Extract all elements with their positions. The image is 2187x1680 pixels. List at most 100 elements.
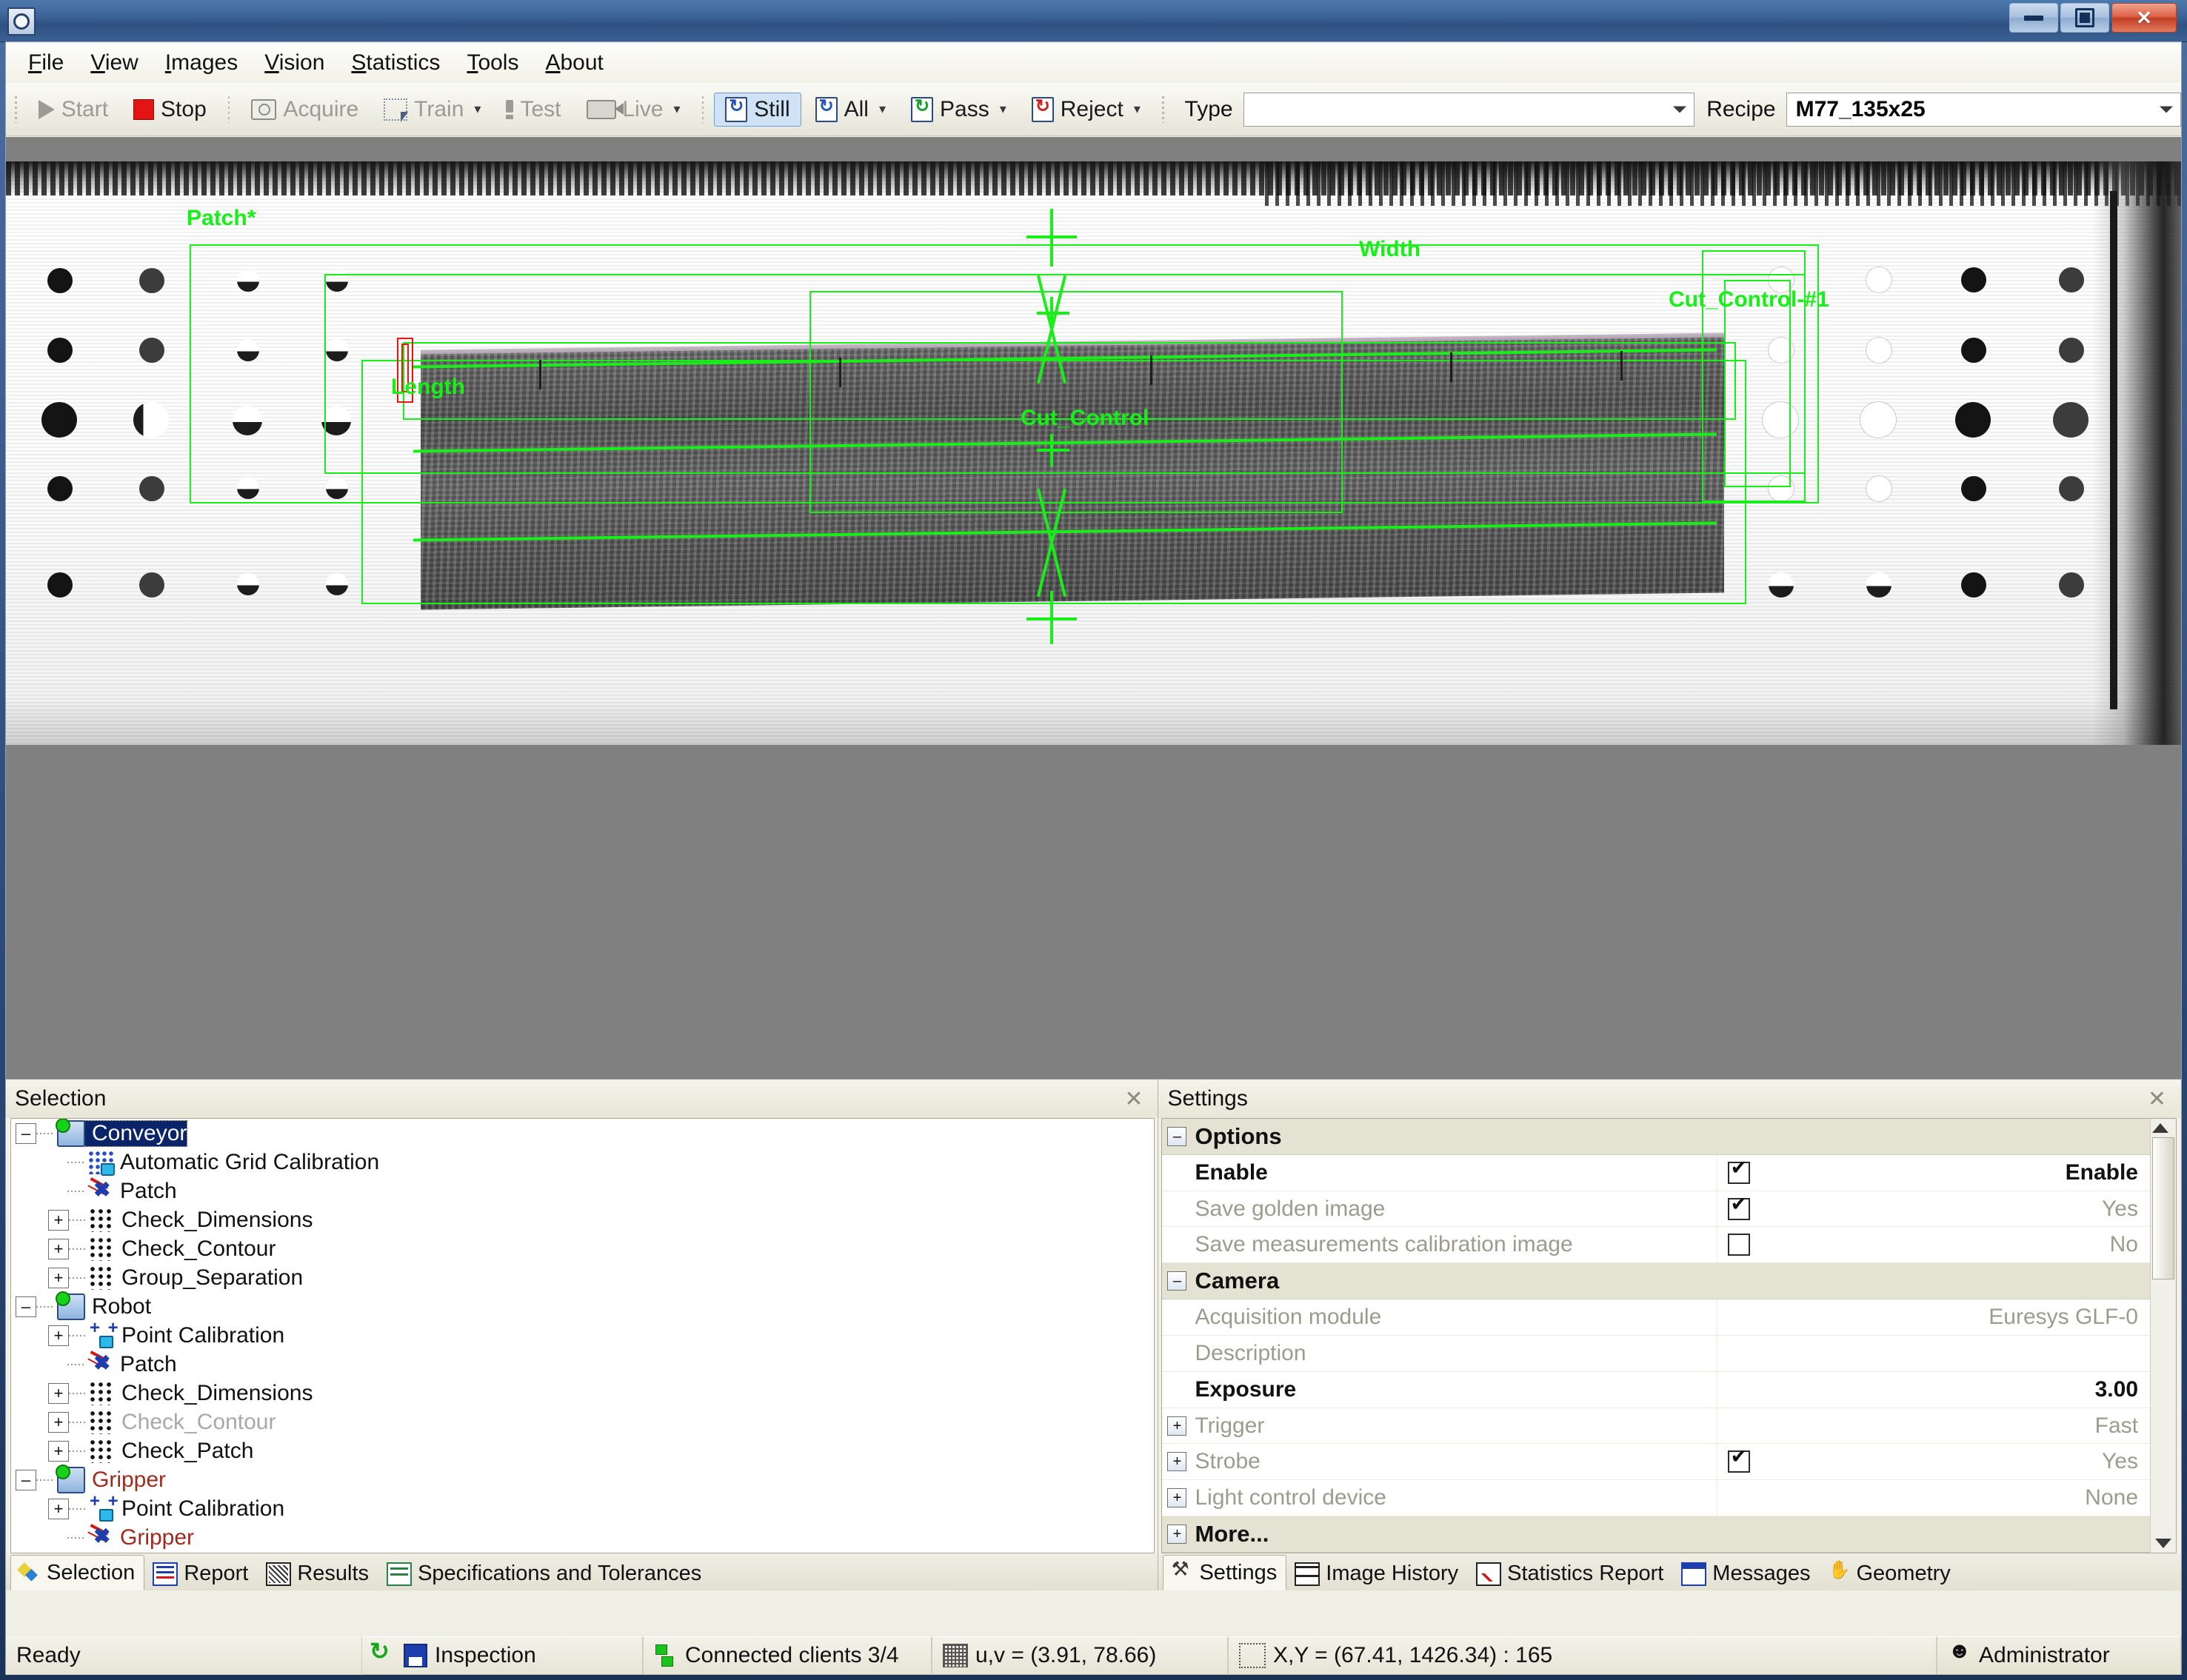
type-dropdown[interactable] — [1243, 92, 1695, 127]
tab-image-history[interactable]: Image History — [1286, 1556, 1468, 1590]
pass-button[interactable]: Pass ▾ — [900, 93, 1018, 127]
settings-row-expander[interactable]: – — [1162, 1119, 1192, 1154]
checkbox[interactable] — [1728, 1193, 1751, 1220]
start-button[interactable]: Start — [27, 93, 119, 127]
all-button[interactable]: All ▾ — [804, 93, 897, 127]
collapse-icon[interactable]: – — [16, 1296, 36, 1317]
settings-row-acquisition-module[interactable]: Acquisition module Euresys GLF-0 — [1162, 1299, 2150, 1336]
menu-vision[interactable]: Vision — [251, 47, 338, 78]
chevron-down-icon-type[interactable] — [1673, 106, 1687, 113]
settings-row-description[interactable]: Description — [1162, 1335, 2150, 1372]
selection-tree[interactable]: – ConveyorAutomatic Grid Calibration Patch… — [10, 1118, 1155, 1553]
expand-icon[interactable]: + — [48, 1382, 69, 1404]
image-viewport[interactable]: Patch* Width Cut_Control-#1 Length Cut_C… — [6, 137, 2181, 1080]
settings-row-value[interactable]: None — [1861, 1480, 2150, 1516]
chevron-down-icon-pass[interactable]: ▾ — [1000, 101, 1006, 117]
collapse-icon[interactable]: – — [16, 1469, 36, 1490]
reject-button[interactable]: Reject ▾ — [1021, 93, 1152, 127]
menu-tools[interactable]: Tools — [453, 47, 532, 78]
tab-specifications[interactable]: Specifications and Tolerances — [378, 1556, 711, 1590]
expand-icon[interactable]: + — [48, 1325, 69, 1346]
checkbox[interactable] — [1728, 1157, 1751, 1184]
settings-row-expander[interactable]: + — [1162, 1480, 1192, 1516]
tab-settings[interactable]: Settings — [1163, 1555, 1287, 1590]
settings-row-options[interactable]: – Options — [1162, 1119, 2150, 1155]
scroll-down-icon[interactable] — [2155, 1539, 2171, 1548]
test-button[interactable]: Test — [495, 93, 572, 127]
close-icon-settings[interactable]: ✕ — [2143, 1086, 2171, 1112]
settings-row-value[interactable]: Euresys GLF-0 — [1861, 1299, 2150, 1335]
tree-item-check-contour[interactable]: + Check_Contour — [11, 1234, 1154, 1263]
settings-row-light-control-device[interactable]: + Light control device None — [1162, 1480, 2150, 1517]
chevron-down-icon-live[interactable]: ▾ — [674, 101, 681, 117]
chevron-down-icon-reject[interactable]: ▾ — [1134, 101, 1141, 117]
expand-icon[interactable]: + — [48, 1411, 69, 1433]
settings-row-save-measurements-calibration-image[interactable]: Save measurements calibration image No — [1162, 1227, 2150, 1264]
tree-item-check-contour[interactable]: + Check_Contour — [11, 1408, 1154, 1436]
chevron-down-icon[interactable]: ▾ — [474, 101, 481, 117]
close-button[interactable]: ✕ — [2111, 3, 2177, 33]
acquire-button[interactable]: Acquire — [240, 93, 370, 127]
train-button[interactable]: Train ▾ — [373, 93, 492, 127]
settings-row-expander[interactable]: + — [1162, 1408, 1192, 1444]
expand-icon[interactable]: + — [1167, 1488, 1187, 1508]
tree-item-patch[interactable]: Patch — [11, 1350, 1154, 1379]
settings-row-more[interactable]: + More... — [1162, 1516, 2150, 1553]
recipe-dropdown[interactable]: M77_135x25 — [1786, 92, 2181, 127]
settings-row-expander[interactable]: + — [1162, 1444, 1192, 1479]
toolbar-grip-2[interactable] — [227, 96, 230, 123]
scrollbar-thumb[interactable] — [2152, 1137, 2174, 1279]
tree-item-group-separation[interactable]: + Group_Separation — [11, 1263, 1154, 1292]
tree-item-point-calibration[interactable]: + Point Calibration — [11, 1491, 1154, 1523]
settings-row-checkbox-cell[interactable] — [1717, 1227, 1861, 1263]
menu-about[interactable]: About — [532, 47, 616, 78]
collapse-icon[interactable]: – — [1167, 1271, 1187, 1291]
tab-geometry[interactable]: Geometry — [1820, 1556, 1960, 1590]
close-icon-selection[interactable]: ✕ — [1120, 1086, 1147, 1112]
chevron-down-icon-all[interactable]: ▾ — [879, 101, 886, 117]
settings-row-value[interactable]: Fast — [1861, 1408, 2150, 1444]
settings-row-checkbox-cell[interactable] — [1717, 1191, 1861, 1227]
expand-icon[interactable]: + — [48, 1209, 69, 1231]
toolbar-grip-3[interactable] — [701, 96, 704, 123]
menu-view[interactable]: View — [77, 47, 151, 78]
tree-item-check-dimensions[interactable]: + Check_Dimensions — [11, 1205, 1154, 1234]
checkbox[interactable] — [1728, 1234, 1751, 1256]
tree-item-automatic-grid-calibration[interactable]: Automatic Grid Calibration — [11, 1148, 1154, 1177]
status-inspection[interactable]: Inspection — [361, 1636, 643, 1675]
stop-button[interactable]: Stop — [122, 93, 218, 127]
settings-row-enable[interactable]: Enable Enable — [1162, 1154, 2150, 1191]
settings-row-checkbox-cell[interactable] — [1717, 1444, 1861, 1480]
menu-images[interactable]: Images — [152, 47, 251, 78]
minimize-button[interactable] — [2009, 3, 2058, 33]
settings-row-strobe[interactable]: + Strobe Yes — [1162, 1444, 2150, 1481]
scroll-up-icon[interactable] — [2152, 1123, 2168, 1133]
expand-icon[interactable]: + — [1167, 1416, 1187, 1436]
settings-row-value[interactable] — [1861, 1336, 2150, 1371]
tree-item-patch[interactable]: Patch — [11, 1177, 1154, 1205]
settings-row-camera[interactable]: – Camera — [1162, 1263, 2150, 1300]
toolbar-grip-4[interactable] — [1161, 96, 1164, 123]
tree-item-check-patch[interactable]: + Check_Patch — [11, 1436, 1154, 1465]
overlay-slab-outline[interactable] — [361, 360, 1746, 604]
settings-row-save-golden-image[interactable]: Save golden image Yes — [1162, 1191, 2150, 1228]
settings-row-exposure[interactable]: Exposure 3.00 — [1162, 1371, 2150, 1408]
expand-icon[interactable]: + — [1167, 1525, 1187, 1545]
tree-item-conveyor[interactable]: – Conveyor — [11, 1119, 1154, 1148]
checkbox[interactable] — [1728, 1445, 1751, 1473]
settings-row-expander[interactable]: – — [1162, 1263, 1192, 1299]
expand-icon[interactable]: + — [48, 1440, 69, 1462]
settings-scrollbar[interactable] — [2150, 1119, 2176, 1553]
collapse-icon[interactable]: – — [16, 1122, 36, 1144]
collapse-icon[interactable]: – — [1167, 1126, 1187, 1146]
maximize-button[interactable] — [2060, 3, 2109, 33]
settings-row-value[interactable]: Yes — [1861, 1191, 2150, 1227]
expand-icon[interactable]: + — [48, 1238, 69, 1259]
toolbar-grip[interactable] — [15, 96, 17, 123]
tree-item-point-calibration[interactable]: + Point Calibration — [11, 1318, 1154, 1350]
tree-item-robot[interactable]: – Robot — [11, 1291, 1154, 1321]
settings-row-trigger[interactable]: + Trigger Fast — [1162, 1408, 2150, 1445]
menu-statistics[interactable]: Statistics — [338, 47, 453, 78]
settings-row-expander[interactable]: + — [1162, 1516, 1192, 1552]
tree-item-check-dimensions[interactable]: + Check_Dimensions — [11, 1379, 1154, 1408]
